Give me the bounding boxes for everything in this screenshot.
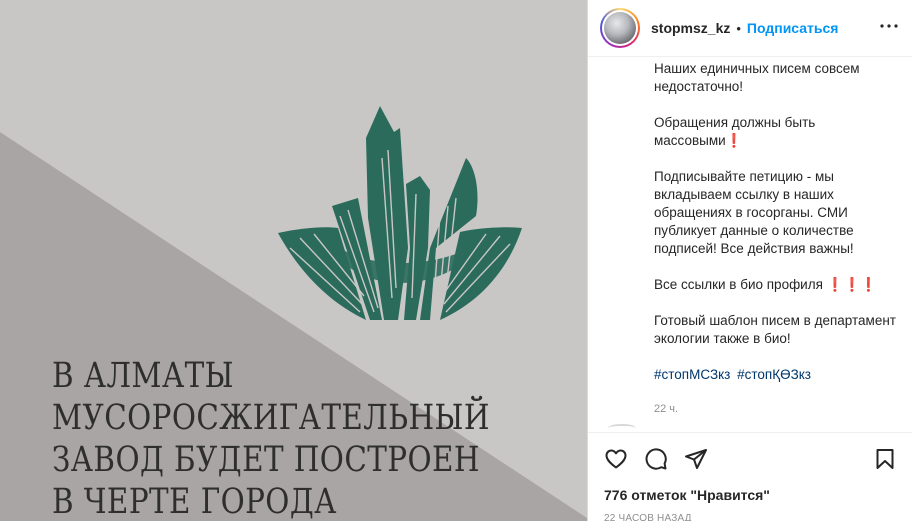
comment-avatar-peek <box>608 424 636 432</box>
username-link[interactable]: stopmsz_kz <box>651 20 730 36</box>
caption-hashtags: #стопМСЗкз #стопҚӨЗкз <box>654 366 906 384</box>
separator-dot: • <box>736 20 741 36</box>
building-logo-icon <box>278 106 522 320</box>
hashtag-link[interactable]: #стопМСЗкз <box>654 367 730 382</box>
post-actions: 776 отметок "Нравится" 22 ЧАСОВ НАЗАД <box>588 432 912 521</box>
bookmark-icon[interactable] <box>873 447 897 471</box>
post-side-panel: stopmsz_kz • Подписаться Наших единичных… <box>587 0 912 521</box>
posted-time[interactable]: 22 ЧАСОВ НАЗАД <box>604 513 692 521</box>
avatar-image <box>604 12 636 44</box>
avatar[interactable] <box>600 8 640 48</box>
caption-paragraph: Обращения должны быть массовыми❗ <box>654 115 816 148</box>
caption-paragraph: Наших единичных писем совсем недостаточн… <box>654 61 860 94</box>
comment-icon[interactable] <box>644 447 668 471</box>
post-header: stopmsz_kz • Подписаться <box>588 0 912 57</box>
caption-timestamp[interactable]: 22 ч. <box>654 400 906 418</box>
post-image[interactable]: В АЛМАТЫ МУСОРОСЖИГАТЕЛЬНЫЙ ЗАВОД БУДЕТ … <box>0 0 587 521</box>
caption-paragraph: Готовый шаблон писем в департамент эколо… <box>654 313 896 346</box>
headline-line-2: МУСОРОСЖИГАТЕЛЬНЫЙ <box>52 398 490 438</box>
post-headline: В АЛМАТЫ МУСОРОСЖИГАТЕЛЬНЫЙ ЗАВОД БУДЕТ … <box>52 355 489 521</box>
share-icon[interactable] <box>684 447 708 471</box>
more-horizontal-icon[interactable] <box>877 14 901 38</box>
hashtag-link[interactable]: #стопҚӨЗкз <box>737 367 811 382</box>
likes-count[interactable]: 776 отметок "Нравится" <box>604 487 770 503</box>
caption-paragraph: Подписывайте петицию - мы вкладываем ссы… <box>654 169 854 256</box>
headline-line-3: ЗАВОД БУДЕТ ПОСТРОЕН <box>52 440 480 480</box>
caption-paragraph: Все ссылки в био профиля ❗❗❗ <box>654 277 878 292</box>
headline-line-4: В ЧЕРТЕ ГОРОДА <box>52 482 337 521</box>
heart-icon[interactable] <box>604 447 628 471</box>
post-caption: Наших единичных писем совсем недостаточн… <box>654 60 906 420</box>
action-icons-group <box>604 447 708 471</box>
headline-line-1: В АЛМАТЫ <box>52 356 235 396</box>
follow-button[interactable]: Подписаться <box>747 20 839 36</box>
